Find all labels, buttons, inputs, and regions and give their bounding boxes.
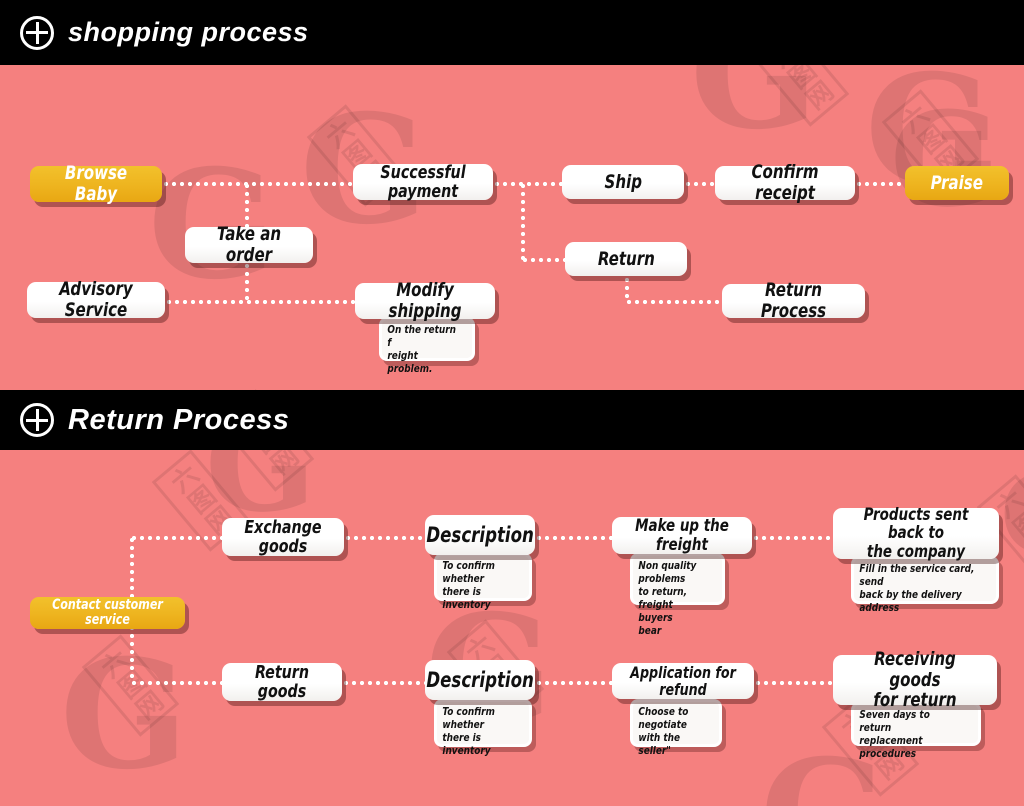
watermark-logo: G <box>890 83 1002 236</box>
page-title-return-process: Return Process <box>68 403 290 436</box>
node-label: Contact customer service <box>52 596 163 628</box>
node-return[interactable]: Return <box>565 242 687 276</box>
connector-c-ship-to-confirm <box>684 182 716 186</box>
node-browse-baby[interactable]: Browse Baby <box>30 162 162 205</box>
node-products-sent-back[interactable]: Products sent back to the company <box>833 504 999 562</box>
node-label: Description <box>426 522 534 547</box>
node-label: Successful payment <box>380 161 466 202</box>
note-note-negotiate-seller: Choose to negotiate with the seller" <box>630 699 722 757</box>
connector-c-payment-to-ship <box>493 182 563 186</box>
node-modify-shipping[interactable]: Modify shipping <box>355 279 495 322</box>
node-return-goods[interactable]: Return goods <box>222 661 342 702</box>
connector-c-browse-to-payment <box>162 182 354 186</box>
note-note-inventory-top: To confirm whether there is inventory <box>434 553 532 611</box>
node-label: Advisory Service <box>59 278 133 321</box>
node-label: Application for refund <box>630 662 736 699</box>
connector-c-desc-to-freight <box>535 536 613 540</box>
node-praise[interactable]: Praise <box>905 166 1009 200</box>
plus-circle-icon <box>20 15 54 50</box>
node-label: Browse Baby <box>64 162 128 205</box>
connector-c-return-to-rp <box>625 300 723 304</box>
connector-c-branch-to-return <box>521 258 567 262</box>
node-label: Products sent back to the company <box>863 504 969 562</box>
node-label: Description <box>426 667 534 692</box>
note-text: Seven days to return replacement procedu… <box>859 708 930 760</box>
page-title-shopping-process: shopping process <box>68 17 309 47</box>
node-label: Exchange goods <box>244 516 322 557</box>
connector-c-returngoods-to-desc <box>342 681 426 685</box>
connector-c-confirm-to-praise <box>855 182 906 186</box>
connector-c-advisory-to-modify <box>165 300 355 304</box>
node-label: Return Process <box>760 279 827 322</box>
note-text: Fill in the service card, send back by t… <box>859 562 975 614</box>
node-label: Confirm receipt <box>751 161 819 204</box>
connector-c-desc-to-refund <box>535 681 613 685</box>
node-label: Ship <box>604 170 642 193</box>
node-label: Take an order <box>216 223 282 266</box>
section-header-return-process: Return Process <box>0 390 1024 450</box>
node-successful-payment[interactable]: Successful payment <box>353 161 493 202</box>
section-header-shopping-process: shopping process <box>0 0 1024 65</box>
note-note-freight-buyers: Non quality problems to return, freight … <box>630 553 725 637</box>
node-label: Modify shipping <box>388 279 462 322</box>
node-return-process[interactable]: Return Process <box>722 280 865 321</box>
node-make-up-the-freight[interactable]: Make up the freight <box>612 517 752 554</box>
diagram-canvas: GGGGGGGGGG六图网六图网六图网六图网六图网六图网六图网六图网六图网 sh… <box>0 0 1024 806</box>
note-note-inventory-bottom: To confirm whether there is inventory <box>434 699 532 757</box>
connector-c-freight-to-products <box>752 536 834 540</box>
note-text: Choose to negotiate with the seller" <box>638 705 689 757</box>
connector-c-refund-to-receiving <box>754 681 834 685</box>
node-description-bottom[interactable]: Description <box>425 660 535 700</box>
plus-circle-icon <box>20 403 54 437</box>
connector-c-ccs-to-exchange <box>130 536 223 540</box>
note-note-service-card: Fill in the service card, send back by t… <box>851 556 999 614</box>
node-contact-customer-service[interactable]: Contact customer service <box>30 597 185 629</box>
node-confirm-receipt[interactable]: Confirm receipt <box>715 162 855 203</box>
connector-c-ccs-to-return-goods <box>130 681 223 685</box>
node-ship[interactable]: Ship <box>562 165 684 199</box>
node-receiving-goods-return[interactable]: Receiving goods for return <box>833 649 997 710</box>
note-text: On the return f reight problem. <box>387 323 456 375</box>
node-application-for-refund[interactable]: Application for refund <box>612 663 754 699</box>
watermark-logo: G <box>1000 460 1024 570</box>
connector-c-exchange-to-desc <box>344 536 426 540</box>
node-label: Make up the freight <box>635 516 729 555</box>
node-label: Praise <box>930 171 984 194</box>
connector-c-return-down <box>625 276 629 302</box>
note-text: To confirm whether there is inventory <box>442 559 495 611</box>
note-text: To confirm whether there is inventory <box>442 705 495 757</box>
connector-c-ship-branch-down <box>521 182 525 260</box>
node-label: Return <box>597 247 655 270</box>
node-take-an-order[interactable]: Take an order <box>185 223 313 266</box>
note-text: Non quality problems to return, freight … <box>638 559 697 637</box>
watermark-logo: G <box>60 627 189 803</box>
node-label: Return goods <box>254 661 309 702</box>
node-exchange-goods[interactable]: Exchange goods <box>222 516 344 557</box>
node-label: Receiving goods for return <box>873 648 957 712</box>
node-description-top[interactable]: Description <box>425 515 535 555</box>
note-note-freight-problem: On the return f reight problem. <box>379 317 475 375</box>
node-advisory-service[interactable]: Advisory Service <box>27 278 165 321</box>
